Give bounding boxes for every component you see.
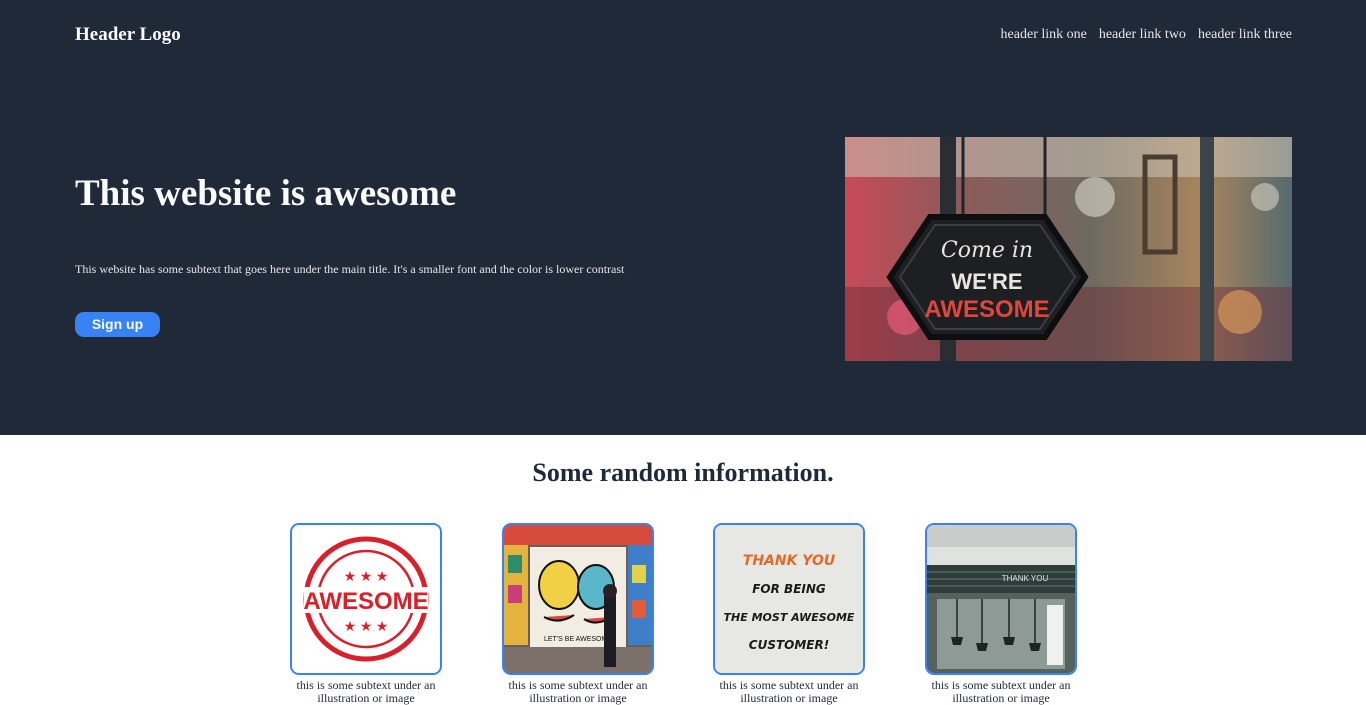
note-line-4: CUSTOMER!: [749, 638, 829, 652]
card-image-shopfront: THANK YOU: [925, 523, 1077, 675]
note-line-3: THE MOST AWESOME: [724, 611, 855, 624]
card-image-mural: LET'S BE AWESOME: [502, 523, 654, 675]
header-link-two[interactable]: header link two: [1099, 26, 1186, 43]
info-card-4: THANK YOU this is some subtext under an …: [925, 523, 1077, 705]
info-card-1: AWESOME ★ ★ ★ ★ ★ ★ this is some subtext…: [290, 523, 442, 705]
sign-up-button[interactable]: Sign up: [75, 312, 160, 337]
header-nav: header link one header link two header l…: [1001, 26, 1292, 43]
info-title: Some random information.: [532, 458, 834, 487]
hero-subtitle: This website has some subtext that goes …: [75, 262, 625, 276]
card-image-stamp: AWESOME ★ ★ ★ ★ ★ ★: [290, 523, 442, 675]
stamp-text: AWESOME: [303, 588, 428, 615]
hero-sign-line1: WE'RE: [951, 269, 1022, 294]
hero-sign-line2: AWESOME: [924, 296, 1049, 323]
info-card-2: LET'S BE AWESOME this is some subtext un…: [502, 523, 654, 705]
card-image-note: THANK YOU FOR BEING THE MOST AWESOME CUS…: [713, 523, 865, 675]
card-caption: this is some subtext under an illustrati…: [931, 678, 1071, 705]
hero-image: Come in WE'RE AWESOME: [845, 137, 1292, 361]
shop-sign-text: THANK YOU: [1002, 574, 1049, 583]
hero-section: Header Logo header link one header link …: [0, 0, 1366, 435]
hero-title: This website is awesome: [75, 173, 457, 214]
card-caption: this is some subtext under an illustrati…: [508, 678, 648, 705]
svg-text:★ ★ ★: ★ ★ ★: [344, 570, 389, 585]
card-caption: this is some subtext under an illustrati…: [296, 678, 436, 705]
header-link-one[interactable]: header link one: [1001, 26, 1087, 43]
mural-text: LET'S BE AWESOME: [544, 636, 612, 643]
card-caption: this is some subtext under an illustrati…: [719, 678, 859, 705]
note-line-2: FOR BEING: [752, 582, 826, 596]
header-logo[interactable]: Header Logo: [75, 24, 181, 46]
note-line-1: THANK YOU: [743, 553, 836, 569]
info-card-3: THANK YOU FOR BEING THE MOST AWESOME CUS…: [713, 523, 865, 705]
header-link-three[interactable]: header link three: [1198, 26, 1292, 43]
hero-sign-script: Come in: [941, 238, 1033, 263]
svg-text:★ ★ ★: ★ ★ ★: [344, 620, 389, 635]
